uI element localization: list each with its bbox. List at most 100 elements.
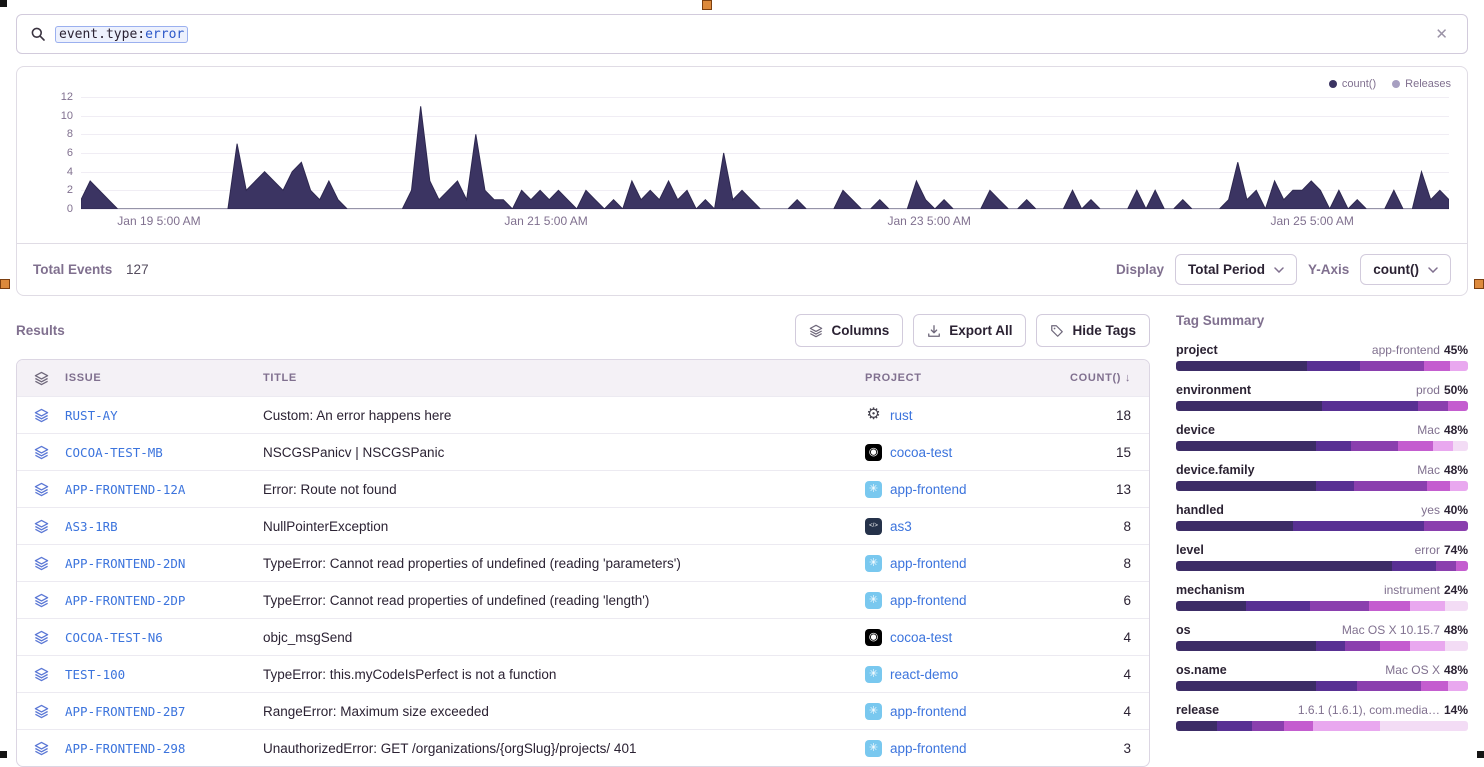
tag-bar-segment[interactable]: [1176, 441, 1316, 451]
tag-bar-segment[interactable]: [1322, 401, 1418, 411]
issue-link[interactable]: COCOA-TEST-MB: [65, 445, 263, 460]
project-name: app-frontend: [890, 556, 967, 571]
tag-bar-segment[interactable]: [1456, 561, 1468, 571]
tag-bar-segment[interactable]: [1436, 561, 1456, 571]
tag-bar-segment[interactable]: [1316, 481, 1354, 491]
tag-bar-segment[interactable]: [1421, 681, 1447, 691]
tag-bar-segment[interactable]: [1354, 481, 1427, 491]
tag-bar-segment[interactable]: [1176, 561, 1392, 571]
tag-bar-segment[interactable]: [1398, 441, 1433, 451]
table-body: RUST-AYCustom: An error happens here⚙rus…: [17, 396, 1149, 766]
tag-distribution-bar[interactable]: [1176, 361, 1468, 371]
tag-bar-segment[interactable]: [1345, 641, 1380, 651]
tag-bar-segment[interactable]: [1252, 721, 1284, 731]
tag-bar-segment[interactable]: [1246, 601, 1310, 611]
header-issue[interactable]: ISSUE: [65, 372, 263, 384]
search-query-token[interactable]: event.type:error: [55, 26, 188, 43]
tag-distribution-bar[interactable]: [1176, 521, 1468, 531]
project-link[interactable]: ✳app-frontend: [865, 555, 1063, 572]
tag-bar-segment[interactable]: [1357, 681, 1421, 691]
export-all-button[interactable]: Export All: [913, 314, 1026, 347]
tag-bar-segment[interactable]: [1450, 481, 1468, 491]
project-icon: ✳: [865, 666, 882, 683]
search-bar[interactable]: event.type:error ✕: [16, 14, 1468, 54]
count-value: 4: [1063, 667, 1149, 682]
tag-bar-segment[interactable]: [1448, 401, 1468, 411]
issue-link[interactable]: APP-FRONTEND-2DP: [65, 593, 263, 608]
display-select[interactable]: Total Period: [1175, 254, 1297, 285]
tag-bar-segment[interactable]: [1176, 601, 1246, 611]
hide-tags-button[interactable]: Hide Tags: [1036, 314, 1150, 347]
tag-bar-segment[interactable]: [1293, 521, 1424, 531]
tag-bar-segment[interactable]: [1176, 721, 1217, 731]
tag-distribution-bar[interactable]: [1176, 401, 1468, 411]
columns-button[interactable]: Columns: [795, 314, 903, 347]
issue-link[interactable]: APP-FRONTEND-12A: [65, 482, 263, 497]
tag-bar-segment[interactable]: [1369, 601, 1410, 611]
tag-bar-segment[interactable]: [1284, 721, 1313, 731]
tag-bar-segment[interactable]: [1307, 361, 1360, 371]
tag-bar-segment[interactable]: [1176, 641, 1316, 651]
tag-bar-segment[interactable]: [1316, 641, 1345, 651]
project-link[interactable]: ✳react-demo: [865, 666, 1063, 683]
project-link[interactable]: ✳app-frontend: [865, 481, 1063, 498]
tag-bar-segment[interactable]: [1316, 681, 1357, 691]
issue-link[interactable]: COCOA-TEST-N6: [65, 630, 263, 645]
tag-bar-segment[interactable]: [1316, 441, 1351, 451]
issue-stack-icon: [17, 445, 65, 460]
tag-bar-segment[interactable]: [1176, 521, 1293, 531]
tag-summary-item: environmentprod50%: [1176, 383, 1468, 411]
tag-bar-segment[interactable]: [1351, 441, 1398, 451]
tag-bar-segment[interactable]: [1310, 601, 1368, 611]
tag-bar-segment[interactable]: [1424, 361, 1450, 371]
tag-bar-segment[interactable]: [1424, 521, 1468, 531]
tag-bar-segment[interactable]: [1453, 441, 1468, 451]
tag-bar-segment[interactable]: [1448, 681, 1468, 691]
tag-bar-segment[interactable]: [1176, 681, 1316, 691]
project-link[interactable]: ◉cocoa-test: [865, 629, 1063, 646]
tag-distribution-bar[interactable]: [1176, 481, 1468, 491]
tag-bar-segment[interactable]: [1418, 401, 1447, 411]
tag-distribution-bar[interactable]: [1176, 561, 1468, 571]
issue-link[interactable]: TEST-100: [65, 667, 263, 682]
header-title[interactable]: TITLE: [263, 372, 865, 384]
tag-bar-segment[interactable]: [1176, 481, 1316, 491]
project-link[interactable]: ✳app-frontend: [865, 703, 1063, 720]
issue-link[interactable]: APP-FRONTEND-2DN: [65, 556, 263, 571]
tag-bar-segment[interactable]: [1410, 601, 1445, 611]
legend-item-releases[interactable]: Releases: [1392, 78, 1451, 90]
tag-distribution-bar[interactable]: [1176, 721, 1468, 731]
header-project[interactable]: PROJECT: [865, 372, 1063, 384]
tag-distribution-bar[interactable]: [1176, 641, 1468, 651]
issue-link[interactable]: AS3-1RB: [65, 519, 263, 534]
tag-bar-segment[interactable]: [1360, 361, 1424, 371]
tag-bar-segment[interactable]: [1176, 361, 1307, 371]
project-link[interactable]: </>as3: [865, 518, 1063, 535]
tag-distribution-bar[interactable]: [1176, 601, 1468, 611]
project-link[interactable]: ✳app-frontend: [865, 740, 1063, 757]
tag-bar-segment[interactable]: [1392, 561, 1436, 571]
tag-bar-segment[interactable]: [1410, 641, 1445, 651]
tag-bar-segment[interactable]: [1450, 361, 1468, 371]
project-link[interactable]: ◉cocoa-test: [865, 444, 1063, 461]
tag-bar-segment[interactable]: [1380, 641, 1409, 651]
tag-bar-segment[interactable]: [1433, 441, 1453, 451]
legend-item-count[interactable]: count(): [1329, 78, 1376, 90]
issue-link[interactable]: APP-FRONTEND-298: [65, 741, 263, 756]
tag-distribution-bar[interactable]: [1176, 681, 1468, 691]
header-count[interactable]: COUNT() ↓: [1063, 372, 1149, 384]
clear-search-button[interactable]: ✕: [1429, 23, 1454, 45]
tag-bar-segment[interactable]: [1445, 641, 1468, 651]
tag-bar-segment[interactable]: [1427, 481, 1450, 491]
project-link[interactable]: ✳app-frontend: [865, 592, 1063, 609]
tag-bar-segment[interactable]: [1176, 401, 1322, 411]
tag-bar-segment[interactable]: [1217, 721, 1252, 731]
issue-link[interactable]: APP-FRONTEND-2B7: [65, 704, 263, 719]
tag-bar-segment[interactable]: [1313, 721, 1380, 731]
y-axis-select[interactable]: count(): [1360, 254, 1451, 285]
tag-bar-segment[interactable]: [1445, 601, 1468, 611]
tag-bar-segment[interactable]: [1380, 721, 1468, 731]
issue-link[interactable]: RUST-AY: [65, 408, 263, 423]
tag-distribution-bar[interactable]: [1176, 441, 1468, 451]
project-link[interactable]: ⚙rust: [865, 407, 1063, 424]
